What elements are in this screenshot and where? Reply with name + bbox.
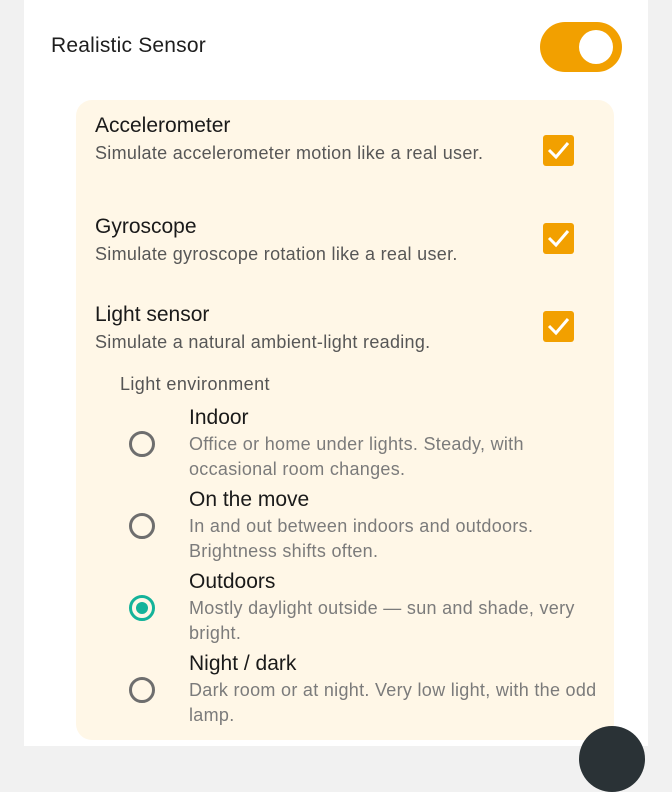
radio-button[interactable]	[129, 677, 155, 703]
sensor-title: Accelerometer	[95, 114, 231, 137]
sensor-title: Gyroscope	[95, 215, 197, 238]
env-option-title: Night / dark	[189, 652, 297, 675]
light-sensor-checkbox[interactable]	[543, 311, 574, 342]
env-option-description: Dark room or at night. Very low light, w…	[189, 680, 597, 725]
accelerometer-checkbox[interactable]	[543, 135, 574, 166]
sensor-options-panel: Accelerometer Simulate accelerometer mot…	[76, 100, 614, 740]
light-environment-label: Light environment	[120, 374, 270, 394]
sensor-description: Simulate accelerometer motion like a rea…	[95, 143, 484, 163]
check-icon	[547, 318, 570, 336]
check-icon	[547, 230, 570, 248]
settings-card: Realistic Sensor Accelerometer Simulate …	[24, 0, 648, 746]
env-option-description: Mostly daylight outside — sun and shade,…	[189, 598, 575, 643]
env-option-description: Office or home under lights. Steady, wit…	[189, 434, 524, 479]
sensor-description: Simulate a natural ambient-light reading…	[95, 332, 431, 352]
sensor-accelerometer: Accelerometer Simulate accelerometer mot…	[95, 112, 515, 166]
sensor-title: Light sensor	[95, 303, 210, 326]
env-option-description: In and out between indoors and outdoors.…	[189, 516, 534, 561]
check-icon	[547, 142, 570, 160]
env-option-indoor[interactable]: Indoor Office or home under lights. Stea…	[76, 405, 614, 485]
gyroscope-checkbox[interactable]	[543, 223, 574, 254]
env-option-title: Outdoors	[189, 570, 276, 593]
radio-dot	[136, 602, 148, 614]
realistic-sensor-toggle[interactable]	[540, 22, 622, 72]
toggle-knob	[579, 30, 613, 64]
env-option-title: On the move	[189, 488, 310, 511]
sensor-light: Light sensor Simulate a natural ambient-…	[95, 301, 515, 355]
env-option-outdoors[interactable]: Outdoors Mostly daylight outside — sun a…	[76, 569, 614, 649]
env-option-night-dark[interactable]: Night / dark Dark room or at night. Very…	[76, 651, 614, 731]
floating-action-button[interactable]	[579, 726, 645, 792]
env-option-title: Indoor	[189, 406, 249, 429]
radio-button-selected[interactable]	[129, 595, 155, 621]
realistic-sensor-title: Realistic Sensor	[51, 34, 206, 57]
sensor-description: Simulate gyroscope rotation like a real …	[95, 244, 458, 264]
radio-button[interactable]	[129, 431, 155, 457]
env-option-on-the-move[interactable]: On the move In and out between indoors a…	[76, 487, 614, 567]
sensor-gyroscope: Gyroscope Simulate gyroscope rotation li…	[95, 213, 515, 267]
radio-button[interactable]	[129, 513, 155, 539]
